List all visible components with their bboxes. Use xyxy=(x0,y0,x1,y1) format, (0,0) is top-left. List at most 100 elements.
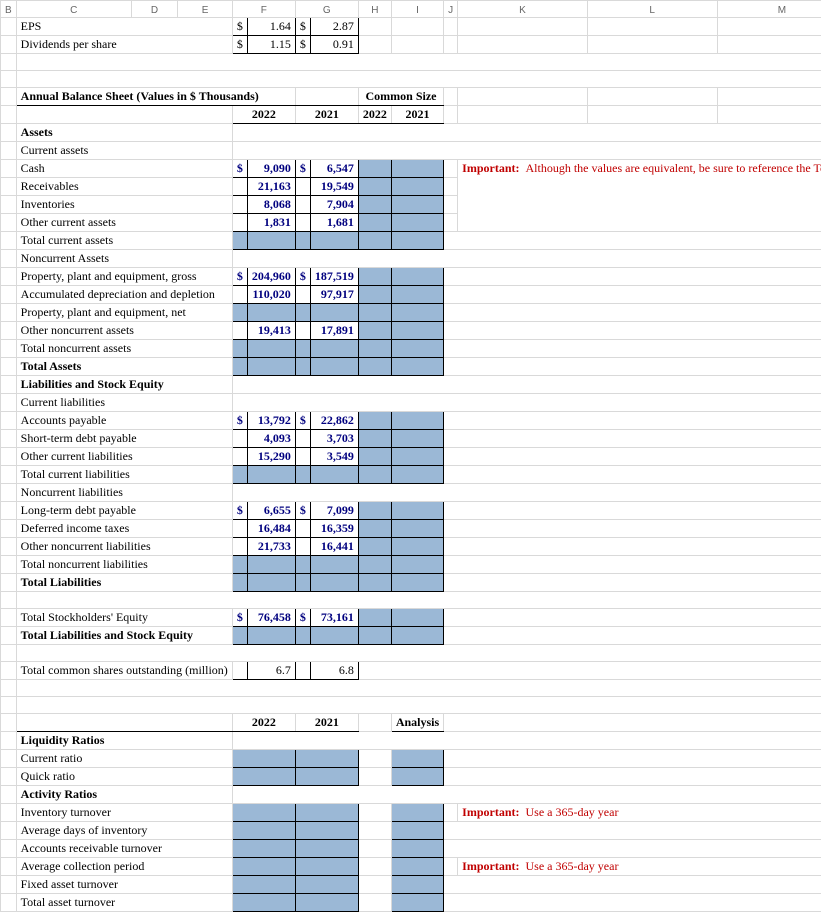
lt-debt-2022-sym[interactable]: $ xyxy=(232,502,247,520)
total-ncl-2022[interactable] xyxy=(247,556,295,574)
ppe-gross-2021[interactable]: 187,519 xyxy=(310,268,358,286)
ppe-gross-2022-sym[interactable]: $ xyxy=(232,268,247,286)
avg-days-inv-2022[interactable] xyxy=(232,822,295,840)
avg-coll-analysis[interactable] xyxy=(391,858,443,876)
other-nca-2022[interactable]: 19,413 xyxy=(247,322,295,340)
cs-tnca-2021[interactable] xyxy=(391,340,443,358)
cs-onca-2021[interactable] xyxy=(391,322,443,340)
se-2022[interactable]: 76,458 xyxy=(247,609,295,627)
cs-tca-2022[interactable] xyxy=(358,232,391,250)
cs-ppeg-2021[interactable] xyxy=(391,268,443,286)
def-tax-2021[interactable]: 16,359 xyxy=(310,520,358,538)
cs-ltd-2021[interactable] xyxy=(391,502,443,520)
total-assets-2021[interactable] xyxy=(310,358,358,376)
cs-onca-2022[interactable] xyxy=(358,322,391,340)
cs-cash-2021[interactable] xyxy=(391,160,443,178)
total-cl-2022[interactable] xyxy=(247,466,295,484)
cs-oncl-2022[interactable] xyxy=(358,538,391,556)
total-ca-2022[interactable] xyxy=(247,232,295,250)
st-debt-2021[interactable]: 3,703 xyxy=(310,430,358,448)
cs-ppeg-2022[interactable] xyxy=(358,268,391,286)
ar-turnover-2022[interactable] xyxy=(232,840,295,858)
lt-debt-2021[interactable]: 7,099 xyxy=(310,502,358,520)
ap-2022[interactable]: 13,792 xyxy=(247,412,295,430)
receivables-2021[interactable]: 19,549 xyxy=(310,178,358,196)
cs-ppen-2022[interactable] xyxy=(358,304,391,322)
acc-dep-2022[interactable]: 110,020 xyxy=(247,286,295,304)
ar-turnover-analysis[interactable] xyxy=(391,840,443,858)
cs-tcl-2021[interactable] xyxy=(391,466,443,484)
cs-accdep-2022[interactable] xyxy=(358,286,391,304)
other-cl-2021[interactable]: 3,549 xyxy=(310,448,358,466)
current-ratio-analysis[interactable] xyxy=(391,750,443,768)
cs-ta-2022[interactable] xyxy=(358,358,391,376)
avg-coll-2022[interactable] xyxy=(232,858,295,876)
tle-2021[interactable] xyxy=(310,627,358,645)
inventories-2022[interactable]: 8,068 xyxy=(247,196,295,214)
cs-accdep-2021[interactable] xyxy=(391,286,443,304)
cs-oncl-2021[interactable] xyxy=(391,538,443,556)
cs-oca-2021[interactable] xyxy=(391,214,443,232)
cs-tcl-2022[interactable] xyxy=(358,466,391,484)
total-liab-2021[interactable] xyxy=(310,574,358,592)
inv-turnover-analysis[interactable] xyxy=(391,804,443,822)
ap-2021[interactable]: 22,862 xyxy=(310,412,358,430)
eps-2021[interactable]: 2.87 xyxy=(310,18,358,36)
cs-tca-2021[interactable] xyxy=(391,232,443,250)
cs-ltd-2022[interactable] xyxy=(358,502,391,520)
other-ca-2022[interactable]: 1,831 xyxy=(247,214,295,232)
total-nca-2021[interactable] xyxy=(310,340,358,358)
cs-deftax-2021[interactable] xyxy=(391,520,443,538)
cs-oca-2022[interactable] xyxy=(358,214,391,232)
cash-2022[interactable]: 9,090 xyxy=(247,160,295,178)
cash-2021[interactable]: 6,547 xyxy=(310,160,358,178)
inv-turnover-2021[interactable] xyxy=(295,804,358,822)
shares-2022[interactable]: 6.7 xyxy=(247,662,295,680)
other-cl-2022[interactable]: 15,290 xyxy=(247,448,295,466)
current-ratio-2021[interactable] xyxy=(295,750,358,768)
fixed-asset-to-2022[interactable] xyxy=(232,876,295,894)
cs-deftax-2022[interactable] xyxy=(358,520,391,538)
total-asset-to-2022[interactable] xyxy=(232,894,295,912)
quick-ratio-2022[interactable] xyxy=(232,768,295,786)
total-nca-2022[interactable] xyxy=(247,340,295,358)
avg-days-inv-analysis[interactable] xyxy=(391,822,443,840)
cs-inv-2021[interactable] xyxy=(391,196,443,214)
other-ncl-2022[interactable]: 21,733 xyxy=(247,538,295,556)
tle-2022[interactable] xyxy=(247,627,295,645)
avg-days-inv-2021[interactable] xyxy=(295,822,358,840)
cs-tl-2021[interactable] xyxy=(391,574,443,592)
other-ncl-2021[interactable]: 16,441 xyxy=(310,538,358,556)
ap-2021-sym[interactable]: $ xyxy=(295,412,310,430)
fixed-asset-to-2021[interactable] xyxy=(295,876,358,894)
cs-tle-2022[interactable] xyxy=(358,627,391,645)
cash-2021-sym[interactable]: $ xyxy=(295,160,310,178)
cs-ap-2021[interactable] xyxy=(391,412,443,430)
cs-ocl-2021[interactable] xyxy=(391,448,443,466)
other-nca-2021[interactable]: 17,891 xyxy=(310,322,358,340)
total-ca-2021[interactable] xyxy=(310,232,358,250)
fixed-asset-to-analysis[interactable] xyxy=(391,876,443,894)
total-liab-2022[interactable] xyxy=(247,574,295,592)
se-2021-sym[interactable]: $ xyxy=(295,609,310,627)
se-2022-sym[interactable]: $ xyxy=(232,609,247,627)
quick-ratio-2021[interactable] xyxy=(295,768,358,786)
ppe-gross-2021-sym[interactable]: $ xyxy=(295,268,310,286)
def-tax-2022[interactable]: 16,484 xyxy=(247,520,295,538)
inventories-2021[interactable]: 7,904 xyxy=(310,196,358,214)
cs-tncl-2022[interactable] xyxy=(358,556,391,574)
cs-tle-2021[interactable] xyxy=(391,627,443,645)
lt-debt-2022[interactable]: 6,655 xyxy=(247,502,295,520)
total-asset-to-2021[interactable] xyxy=(295,894,358,912)
total-cl-2021[interactable] xyxy=(310,466,358,484)
quick-ratio-analysis[interactable] xyxy=(391,768,443,786)
other-ca-2021[interactable]: 1,681 xyxy=(310,214,358,232)
cs-stdebt-2021[interactable] xyxy=(391,430,443,448)
cs-ocl-2022[interactable] xyxy=(358,448,391,466)
cs-tnca-2022[interactable] xyxy=(358,340,391,358)
ppe-net-2022[interactable] xyxy=(247,304,295,322)
cs-recv-2021[interactable] xyxy=(391,178,443,196)
ap-2022-sym[interactable]: $ xyxy=(232,412,247,430)
lt-debt-2021-sym[interactable]: $ xyxy=(295,502,310,520)
total-asset-to-analysis[interactable] xyxy=(391,894,443,912)
